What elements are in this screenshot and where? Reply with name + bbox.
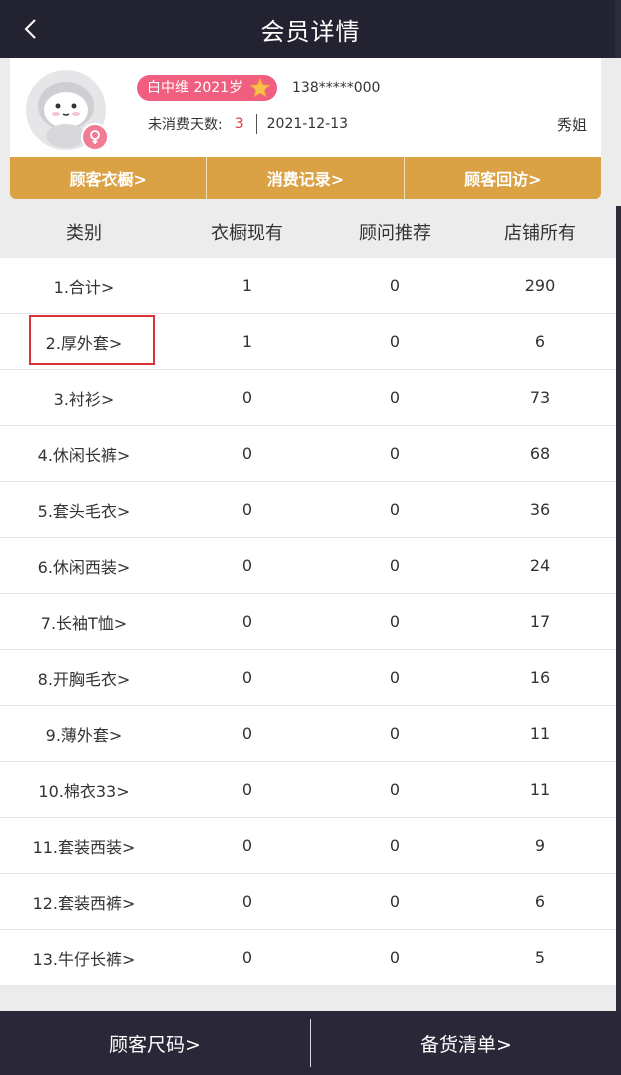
table-row: 6.休闲西装> 0 0 24 [0,538,616,594]
back-button[interactable] [14,14,48,44]
wardrobe-count: 0 [241,556,253,575]
category-cell[interactable]: 3.衬衫> [0,386,168,410]
recommend-count: 0 [389,948,401,967]
customer-size-button[interactable]: 顾客尺码> [0,1011,310,1075]
window-edge-right [616,206,621,1011]
category-cell[interactable]: 13.牛仔长裤> [0,946,168,970]
recommend-count: 0 [389,444,401,463]
customer-followup-button[interactable]: 顾客回访> [405,157,601,199]
wardrobe-count: 0 [241,500,253,519]
store-count: 73 [529,388,551,407]
days-value: 3 [234,116,244,132]
recommend-count: 0 [389,612,401,631]
table-row: 10.棉衣33> 0 0 11 [0,762,616,818]
category-cell[interactable]: 8.开胸毛衣> [0,666,168,690]
recommend-count: 0 [389,332,401,351]
category-cell[interactable]: 5.套头毛衣> [0,498,168,522]
bottom-bar: 顾客尺码> 备货清单> [0,1011,621,1075]
category-cell[interactable]: 4.休闲长裤> [0,442,168,466]
wardrobe-count: 0 [241,836,253,855]
star-icon [249,77,271,98]
table-row: 11.套装西装> 0 0 9 [0,818,616,874]
member-name-tag: 白中维 2021岁 [137,75,278,101]
wardrobe-count: 0 [241,388,253,407]
days-label: 未消费天数: [148,117,223,133]
store-count: 9 [534,836,546,855]
action-bar: 顾客衣橱> 消费记录> 顾客回访> [10,157,601,199]
category-cell[interactable]: 1.合计> [0,274,168,298]
category-cell[interactable]: 11.套装西装> [0,834,168,858]
advisor-name: 秀姐 [556,116,587,134]
stock-list-button[interactable]: 备货清单> [311,1011,621,1075]
recommend-count: 0 [389,556,401,575]
wardrobe-count: 0 [241,612,253,631]
table-row: 3.衬衫> 0 0 73 [0,370,616,426]
wardrobe-count: 0 [241,780,253,799]
page-title: 会员详情 [260,17,361,46]
header-category: 类别 [66,223,102,244]
phone-number: 138*****000 [292,80,381,96]
category-cell[interactable]: 7.长袖T恤> [0,610,168,634]
member-name: 白中维 2021岁 [147,80,244,96]
store-count: 17 [529,612,551,631]
table-row: 4.休闲长裤> 0 0 68 [0,426,616,482]
table-row: 1.合计> 1 0 290 [0,258,616,314]
member-card: 白中维 2021岁 138*****000 未消费天数: 3 2021-12-1… [10,58,601,199]
recommend-count: 0 [389,892,401,911]
header-store: 店铺所有 [504,223,576,244]
store-count: 16 [529,668,551,687]
table-row: 9.薄外套> 0 0 11 [0,706,616,762]
table-row: 2.厚外套> 1 0 6 [0,314,616,370]
header-wardrobe: 衣橱现有 [211,223,283,244]
wardrobe-count: 0 [241,948,253,967]
window-edge [615,0,621,58]
category-cell[interactable]: 10.棉衣33> [0,778,168,802]
recommend-count: 0 [389,780,401,799]
wardrobe-count: 0 [241,892,253,911]
store-count: 11 [529,724,551,743]
store-count: 290 [524,276,556,295]
table-row: 8.开胸毛衣> 0 0 16 [0,650,616,706]
category-cell[interactable]: 6.休闲西装> [0,554,168,578]
table-row: 13.牛仔长裤> 0 0 5 [0,930,616,986]
category-cell[interactable]: 2.厚外套> [0,330,168,354]
store-count: 36 [529,500,551,519]
wardrobe-count: 0 [241,444,253,463]
recommend-count: 0 [389,500,401,519]
recommend-count: 0 [389,668,401,687]
table-body: 1.合计> 1 0 290 2.厚外套> 1 0 6 3.衬衫> 0 0 73 4.休闲长裤> 0 0 68 5… [0,258,616,986]
store-count: 5 [534,948,546,967]
store-count: 11 [529,780,551,799]
purchase-history-button[interactable]: 消费记录> [207,157,405,199]
female-icon [81,123,109,151]
wardrobe-count: 1 [241,332,253,351]
recommend-count: 0 [389,276,401,295]
wardrobe-count: 0 [241,668,253,687]
store-count: 68 [529,444,551,463]
store-count: 24 [529,556,551,575]
consumption-info: 未消费天数: 3 2021-12-13 [148,114,348,134]
table-header: 类别 衣橱现有 顾问推荐 店铺所有 [0,206,616,258]
store-count: 6 [534,332,546,351]
category-cell[interactable]: 12.套装西裤> [0,890,168,914]
recommend-count: 0 [389,836,401,855]
chevron-left-icon [24,19,36,39]
store-count: 6 [534,892,546,911]
category-cell[interactable]: 9.薄外套> [0,722,168,746]
top-bar: 会员详情 [0,0,621,58]
table-row: 7.长袖T恤> 0 0 17 [0,594,616,650]
table-row: 12.套装西裤> 0 0 6 [0,874,616,930]
customer-wardrobe-button[interactable]: 顾客衣橱> [10,157,208,199]
header-recommend: 顾问推荐 [359,223,431,244]
recommend-count: 0 [389,724,401,743]
category-table: 类别 衣橱现有 顾问推荐 店铺所有 1.合计> 1 0 290 2.厚外套> 1 0 6 3.衬… [0,206,616,986]
recommend-count: 0 [389,388,401,407]
table-row: 5.套头毛衣> 0 0 36 [0,482,616,538]
last-date: 2021-12-13 [266,116,349,132]
wardrobe-count: 1 [241,276,253,295]
divider [255,114,257,134]
wardrobe-count: 0 [241,724,253,743]
